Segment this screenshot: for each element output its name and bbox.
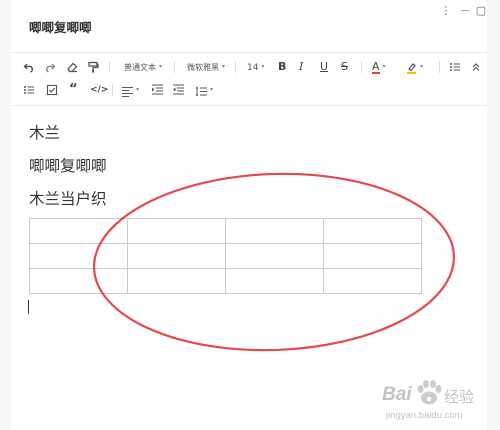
- toolbar-separator: [235, 61, 236, 73]
- watermark-brand: Bai: [382, 384, 412, 405]
- quote-button[interactable]: “: [69, 82, 78, 98]
- editor-pane: 唧唧复唧唧 ⋮ — ▢ 普通文本 ▾ 微软雅黑 ▾ 14 ▾ B I U S A…: [11, 0, 487, 430]
- maximize-button[interactable]: ▢: [474, 4, 488, 18]
- line-height-icon: [195, 84, 207, 97]
- chevron-down-icon: ▾: [420, 63, 424, 70]
- redo-icon[interactable]: [44, 59, 56, 75]
- document-paragraph[interactable]: 木兰当户织: [29, 187, 107, 209]
- chevron-down-icon: ▾: [136, 86, 140, 93]
- watermark: Bai 经验 jingyan.baidu.com: [382, 378, 492, 426]
- underline-button[interactable]: U: [320, 59, 328, 75]
- more-menu-icon[interactable]: ⋮: [439, 4, 453, 18]
- align-dropdown[interactable]: ▾: [122, 82, 139, 98]
- app-window: 唧唧复唧唧 ⋮ — ▢ 普通文本 ▾ 微软雅黑 ▾ 14 ▾ B I U S A…: [0, 0, 500, 430]
- highlight-color-dropdown[interactable]: ▾: [406, 59, 423, 75]
- checklist-icon[interactable]: [23, 82, 35, 98]
- highlighter-icon: [406, 60, 417, 74]
- bold-button[interactable]: B: [278, 59, 286, 75]
- table-cell[interactable]: [225, 218, 324, 244]
- font-color-icon: A: [372, 60, 380, 74]
- toolbar-separator: [112, 84, 113, 96]
- collapse-toolbar-icon[interactable]: [471, 59, 481, 75]
- toolbar-separator: [174, 61, 175, 73]
- document-paragraph[interactable]: 木兰: [29, 121, 60, 143]
- chevron-down-icon: ▾: [222, 63, 226, 70]
- table-cell[interactable]: [29, 268, 128, 294]
- eraser-icon[interactable]: [66, 59, 78, 75]
- font-family-label: 微软雅黑: [187, 63, 219, 72]
- right-panel-edge: [487, 0, 500, 430]
- chevron-down-icon: ▾: [210, 86, 214, 93]
- title-bar: 唧唧复唧唧 ⋮ — ▢: [11, 0, 487, 52]
- formatting-toolbar: 普通文本 ▾ 微软雅黑 ▾ 14 ▾ B I U S A ▾ ▾ “ </> ▾…: [11, 52, 487, 106]
- chevron-down-icon: ▾: [261, 63, 265, 70]
- table-row: [29, 268, 422, 294]
- toolbar-separator: [361, 61, 362, 73]
- table-cell[interactable]: [323, 243, 422, 269]
- bullet-list-icon[interactable]: [449, 59, 461, 75]
- strikethrough-button[interactable]: S: [341, 59, 348, 75]
- paragraph-style-dropdown[interactable]: 普通文本 ▾: [124, 59, 162, 75]
- paw-logo-icon: [417, 380, 442, 405]
- paragraph-style-label: 普通文本: [124, 63, 156, 72]
- chevron-down-icon: ▾: [382, 63, 386, 70]
- left-panel-edge: [0, 0, 11, 430]
- indent-increase-icon[interactable]: [152, 82, 163, 98]
- table-cell[interactable]: [323, 268, 422, 294]
- code-button[interactable]: </>: [90, 82, 108, 98]
- watermark-url: jingyan.baidu.com: [386, 410, 463, 421]
- font-size-dropdown[interactable]: 14 ▾: [247, 59, 264, 75]
- align-left-icon: [122, 84, 133, 97]
- document-title[interactable]: 唧唧复唧唧: [29, 17, 92, 36]
- line-height-dropdown[interactable]: ▾: [195, 82, 213, 98]
- checkbox-icon[interactable]: [46, 82, 58, 98]
- toolbar-separator: [439, 61, 440, 73]
- table-cell[interactable]: [29, 243, 128, 269]
- table-cell[interactable]: [127, 268, 226, 294]
- font-color-dropdown[interactable]: A ▾: [372, 59, 386, 75]
- undo-icon[interactable]: [23, 59, 35, 75]
- toolbar-row-1: 普通文本 ▾ 微软雅黑 ▾ 14 ▾ B I U S A ▾ ▾: [11, 55, 487, 79]
- text-cursor: [28, 300, 29, 314]
- watermark-brand-suffix: 经验: [444, 389, 475, 406]
- font-size-label: 14: [247, 63, 259, 73]
- toolbar-separator: [109, 61, 110, 73]
- table-cell[interactable]: [29, 218, 128, 244]
- table-row: [29, 243, 422, 269]
- table-row: [29, 218, 422, 244]
- table-cell[interactable]: [127, 218, 226, 244]
- document-table: [29, 218, 422, 294]
- toolbar-row-2: “ </> ▾ ▾: [11, 78, 487, 102]
- document-paragraph[interactable]: 唧唧复唧唧: [29, 154, 107, 176]
- table-cell[interactable]: [225, 268, 324, 294]
- italic-button[interactable]: I: [299, 59, 303, 75]
- format-painter-icon[interactable]: [87, 59, 99, 75]
- table-cell[interactable]: [127, 243, 226, 269]
- minimize-button[interactable]: —: [458, 4, 472, 18]
- indent-decrease-icon[interactable]: [173, 82, 184, 98]
- table-cell[interactable]: [225, 243, 324, 269]
- chevron-down-icon: ▾: [159, 63, 163, 70]
- table-cell[interactable]: [323, 218, 422, 244]
- font-family-dropdown[interactable]: 微软雅黑 ▾: [187, 59, 225, 75]
